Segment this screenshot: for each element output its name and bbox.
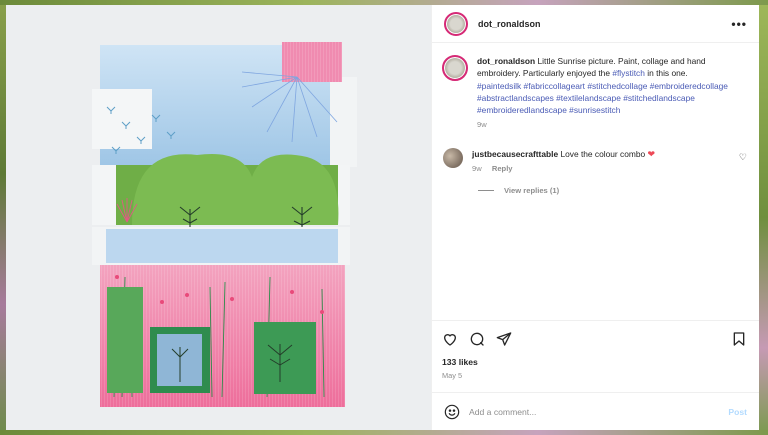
action-icons — [442, 329, 747, 349]
heart-emoji-icon: ❤ — [647, 148, 656, 159]
add-comment-bar: Post — [432, 392, 759, 430]
caption-username[interactable]: dot_ronaldson — [477, 56, 535, 66]
likes-count[interactable]: 133 likes — [442, 357, 747, 367]
comment-age: 9w — [472, 164, 482, 174]
caption-inline-hashtag[interactable]: #flystitch — [612, 68, 645, 78]
more-icon[interactable]: ••• — [731, 17, 747, 31]
bookmark-icon[interactable] — [731, 331, 747, 347]
post-modal: dot_ronaldson ••• dot_ronaldson Little S… — [6, 5, 759, 430]
post-image[interactable] — [6, 5, 431, 430]
emoji-icon[interactable] — [444, 404, 460, 420]
caption: dot_ronaldson Little Sunrise picture. Pa… — [442, 55, 747, 132]
comment-username[interactable]: justbecausecrafttable — [472, 149, 558, 159]
comment-body: justbecausecrafttable Love the colour co… — [472, 148, 655, 176]
post-button[interactable]: Post — [728, 407, 747, 417]
comment-icon[interactable] — [469, 331, 485, 347]
post-username[interactable]: dot_ronaldson — [478, 19, 541, 29]
action-bar: 133 likes May 5 — [432, 320, 759, 392]
comments-section: dot_ronaldson Little Sunrise picture. Pa… — [432, 43, 759, 320]
caption-text-after: in this one. — [647, 68, 688, 79]
comment-meta: 9w Reply — [472, 163, 655, 175]
comment-text: Love the colour combo — [560, 148, 646, 159]
view-replies-button[interactable]: View replies (1) — [478, 186, 747, 195]
post-date: May 5 — [442, 371, 463, 380]
comment-input[interactable] — [469, 406, 729, 417]
reply-button[interactable]: Reply — [492, 164, 513, 173]
post-details-panel: dot_ronaldson ••• dot_ronaldson Little S… — [431, 5, 759, 430]
replies-divider — [478, 190, 494, 192]
caption-body: dot_ronaldson Little Sunrise picture. Pa… — [477, 55, 747, 132]
comment-item: justbecausecrafttable Love the colour co… — [442, 147, 747, 176]
share-icon[interactable] — [496, 331, 512, 347]
caption-hashtags[interactable]: #paintedsilk #fabriccollageart #stitched… — [477, 80, 747, 117]
heart-icon[interactable] — [442, 331, 458, 347]
post-header: dot_ronaldson ••• — [432, 5, 759, 43]
view-replies-label: View replies (1) — [504, 186, 560, 196]
avatar[interactable] — [444, 11, 468, 36]
caption-age: 9w — [477, 120, 487, 130]
comment-like-heart-icon[interactable]: ♡ — [739, 148, 747, 163]
artwork-image — [92, 42, 357, 407]
background-bottom — [0, 430, 768, 435]
background-right — [759, 0, 768, 435]
comment-avatar[interactable] — [443, 147, 463, 168]
caption-avatar[interactable] — [442, 55, 468, 81]
